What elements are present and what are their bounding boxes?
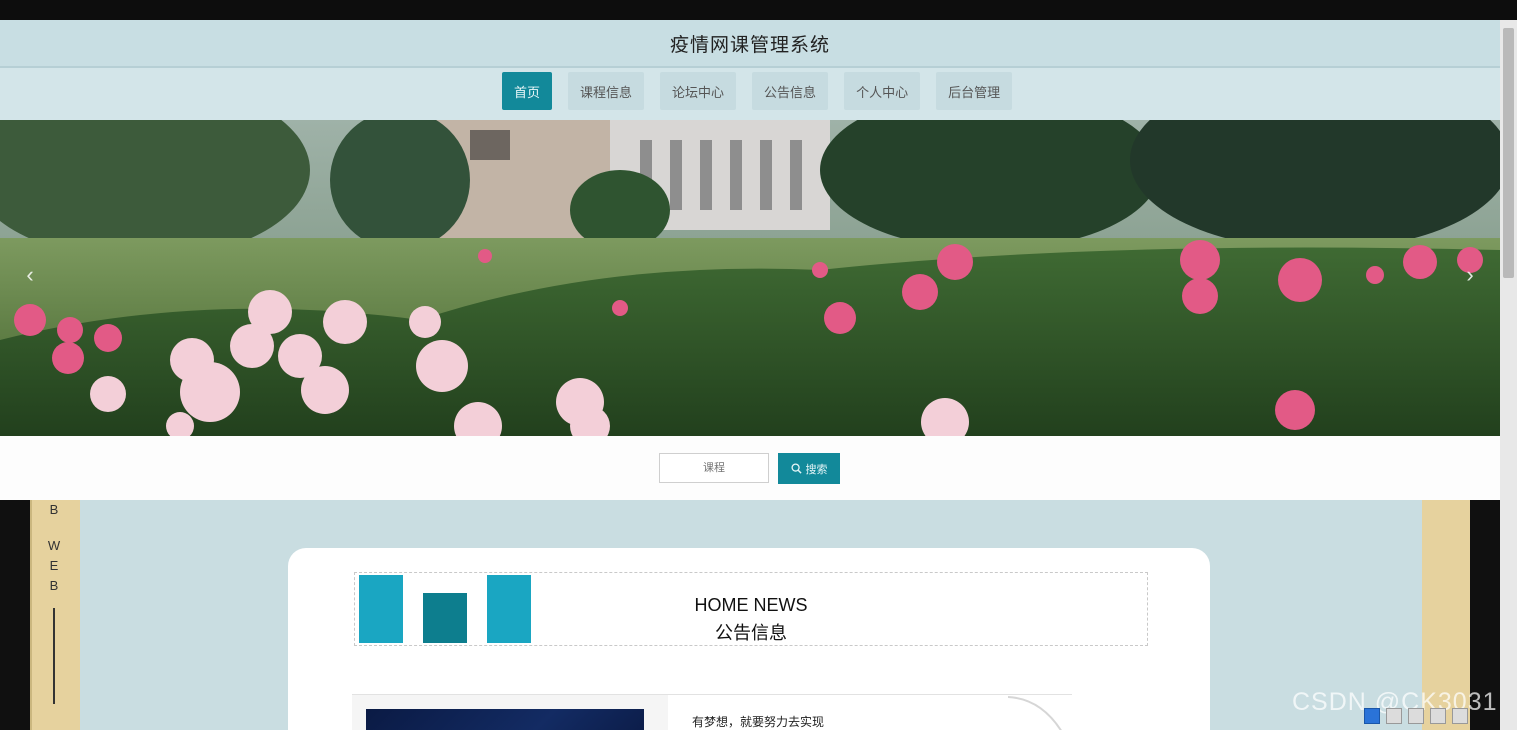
- left-side-panel: B W E B: [30, 500, 80, 730]
- side-letter: E: [49, 558, 59, 573]
- banner-image: [0, 120, 1500, 436]
- page-scrollbar[interactable]: [1500, 20, 1517, 730]
- side-letters: B W E B: [44, 500, 64, 596]
- main-nav: 首页 课程信息 论坛中心 公告信息 个人中心 后台管理: [0, 68, 1500, 120]
- site-header: 疫情网课管理系统: [0, 20, 1500, 68]
- carousel-banner[interactable]: ‹ ›: [0, 120, 1500, 436]
- nav-item-admin[interactable]: 后台管理: [936, 72, 1013, 110]
- decor-curve: [1008, 696, 1062, 730]
- news-thumbnail[interactable]: [366, 709, 644, 730]
- news-item[interactable]: 有梦想，就要努力去实现: [352, 694, 1072, 730]
- tray-icon[interactable]: [1386, 708, 1402, 724]
- side-letter: B: [49, 578, 59, 593]
- taskbar-tray: [1364, 706, 1514, 726]
- carousel-prev-button[interactable]: ‹: [16, 258, 44, 292]
- nav-item-courses[interactable]: 课程信息: [568, 72, 645, 110]
- site-title: 疫情网课管理系统: [669, 34, 830, 56]
- search-button[interactable]: 搜索: [778, 453, 840, 484]
- nav-item-home[interactable]: 首页: [502, 72, 553, 110]
- scrollbar-thumb[interactable]: [1503, 28, 1514, 278]
- search-bar: 搜索: [0, 436, 1500, 500]
- side-divider-line: [53, 608, 55, 704]
- news-header: HOME NEWS 公告信息: [354, 572, 1148, 646]
- carousel-next-button[interactable]: ›: [1456, 258, 1484, 292]
- side-letter: B: [49, 502, 59, 517]
- nav-item-profile[interactable]: 个人中心: [844, 72, 921, 110]
- side-letter: W: [47, 538, 61, 553]
- tray-icon[interactable]: [1452, 708, 1468, 724]
- news-title-en: HOME NEWS: [694, 595, 808, 615]
- browser-page: 疫情网课管理系统 首页 课程信息 论坛中心 公告信息 个人中心 后台管理 ‹ ›…: [0, 20, 1500, 730]
- home-news-card: HOME NEWS 公告信息 有梦想，就要努力去实现: [288, 548, 1210, 730]
- nav-items: 首页 课程信息 论坛中心 公告信息 个人中心 后台管理: [502, 72, 1013, 110]
- tray-app-icon[interactable]: [1364, 708, 1380, 724]
- search-icon: [790, 463, 802, 474]
- tray-icon[interactable]: [1408, 708, 1424, 724]
- tray-icon[interactable]: [1430, 708, 1446, 724]
- nav-item-forum[interactable]: 论坛中心: [660, 72, 737, 110]
- left-dark-strip: [0, 500, 30, 730]
- news-title-cn: 公告信息: [715, 623, 787, 643]
- news-item-title[interactable]: 有梦想，就要努力去实现: [692, 713, 824, 730]
- search-button-label: 搜索: [805, 463, 828, 476]
- nav-item-announcements[interactable]: 公告信息: [752, 72, 829, 110]
- search-input[interactable]: [659, 453, 769, 483]
